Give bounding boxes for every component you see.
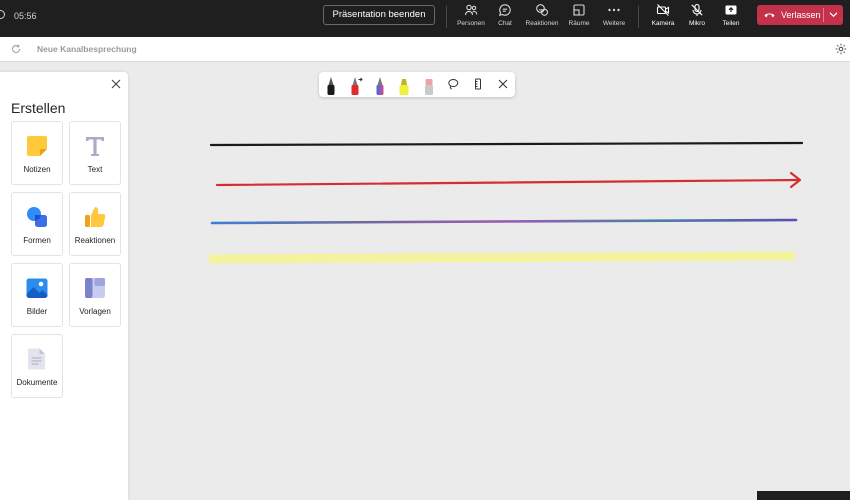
meeting-bar: 05:56 Präsentation beenden Personen Chat… <box>0 0 850 37</box>
create-item-notes[interactable]: Notizen <box>11 121 63 185</box>
create-item-templates[interactable]: Vorlagen <box>69 263 121 327</box>
camera-button[interactable]: Kamera <box>645 3 681 27</box>
mic-off-icon <box>691 3 703 16</box>
reactions-label: Reaktionen <box>525 20 559 27</box>
more-label: Weitere <box>602 20 626 27</box>
image-icon <box>26 278 48 298</box>
people-icon <box>464 4 478 16</box>
whiteboard-canvas[interactable] <box>128 62 850 500</box>
text-icon <box>86 137 104 156</box>
panel-title: Erstellen <box>11 100 66 116</box>
meeting-title: Neue Kanalbesprechung <box>37 44 137 54</box>
mic-button[interactable]: Mikro <box>679 3 715 27</box>
create-item-label: Dokumente <box>16 378 58 387</box>
camera-off-icon <box>656 4 670 16</box>
create-item-documents[interactable]: Dokumente <box>11 334 63 398</box>
leave-button[interactable]: Verlassen <box>757 5 843 25</box>
video-tile-edge <box>757 491 850 500</box>
rooms-button[interactable]: Räume <box>561 3 597 27</box>
rainbow-stroke[interactable] <box>210 218 798 225</box>
meeting-timer: 05:56 <box>14 11 37 21</box>
chevron-down-icon[interactable] <box>829 11 838 18</box>
camera-label: Kamera <box>651 20 675 27</box>
leave-divider <box>823 8 824 22</box>
close-icon[interactable] <box>111 79 121 89</box>
chat-label: Chat <box>498 20 512 27</box>
create-item-text[interactable]: Text <box>69 121 121 185</box>
share-icon <box>725 5 737 15</box>
templates-icon <box>85 278 105 298</box>
phone-hangup-icon <box>764 13 775 18</box>
red-arrow-stroke[interactable] <box>215 178 801 187</box>
rooms-label: Räume <box>568 20 590 27</box>
create-panel: Erstellen Notizen Text Formen Reaktionen… <box>0 72 128 500</box>
mic-label: Mikro <box>689 20 705 27</box>
rooms-icon <box>573 4 585 16</box>
black-stroke[interactable] <box>209 141 804 147</box>
share-label: Teilen <box>722 20 740 27</box>
create-item-label: Reaktionen <box>74 236 116 245</box>
chat-button[interactable]: Chat <box>487 3 523 27</box>
people-button[interactable]: Personen <box>453 3 489 27</box>
toolbar-divider <box>638 6 639 28</box>
shapes-icon <box>27 207 47 227</box>
refresh-icon[interactable] <box>11 44 21 54</box>
share-button[interactable]: Teilen <box>713 3 749 27</box>
create-item-label: Text <box>87 165 103 174</box>
reactions-button[interactable]: Reaktionen <box>524 3 560 27</box>
thumbs-up-icon <box>85 207 106 227</box>
document-icon <box>28 348 45 370</box>
stop-presenting-button[interactable]: Präsentation beenden <box>323 5 435 25</box>
whiteboard-header: Neue Kanalbesprechung <box>0 37 850 62</box>
create-item-images[interactable]: Bilder <box>11 263 63 327</box>
create-item-shapes[interactable]: Formen <box>11 192 63 256</box>
more-icon <box>608 8 620 12</box>
toolbar-divider <box>446 6 447 28</box>
timer-icon <box>0 10 5 19</box>
leave-label: Verlassen <box>781 10 821 20</box>
people-label: Personen <box>457 20 485 27</box>
highlighter-stroke[interactable] <box>208 251 796 264</box>
reactions-icon <box>536 4 549 16</box>
more-button[interactable]: Weitere <box>596 3 632 27</box>
create-item-label: Vorlagen <box>79 307 111 316</box>
create-item-label: Bilder <box>26 307 48 316</box>
chat-icon <box>499 4 511 16</box>
sticky-note-icon <box>27 136 47 156</box>
gear-icon[interactable] <box>835 43 847 55</box>
create-item-label: Notizen <box>23 165 51 174</box>
create-item-reactions[interactable]: Reaktionen <box>69 192 121 256</box>
create-item-label: Formen <box>23 236 51 245</box>
